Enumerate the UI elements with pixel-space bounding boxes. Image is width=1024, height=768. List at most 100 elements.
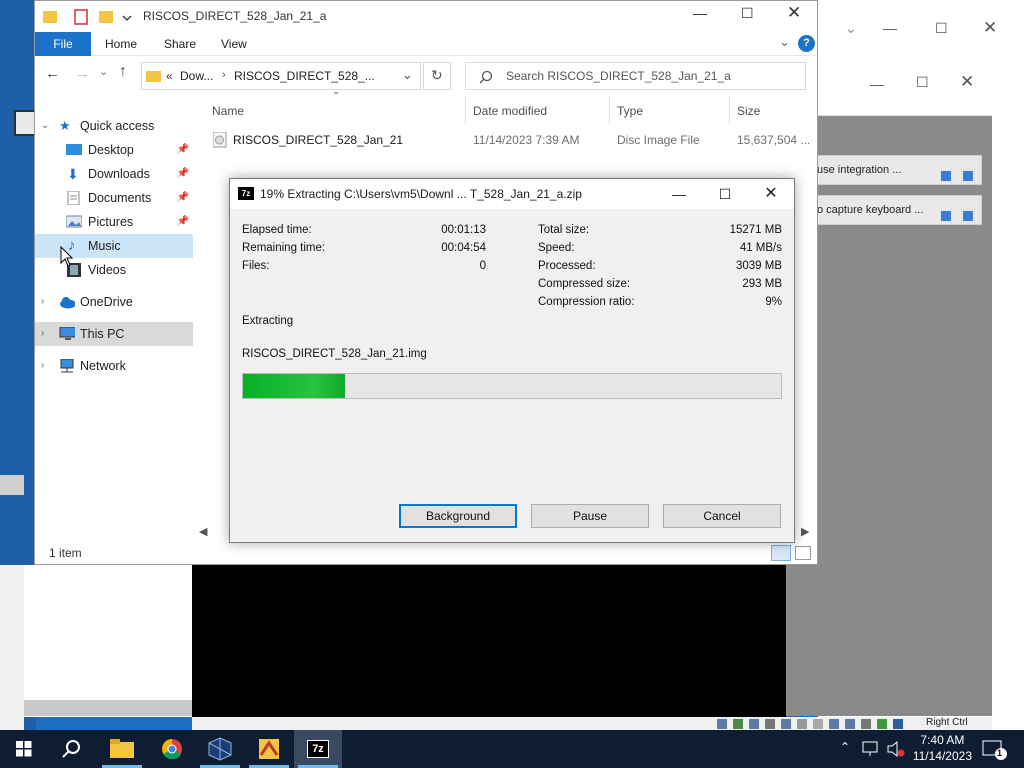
recent-chevron-icon[interactable]: ⌄ (99, 65, 108, 78)
pin-icon[interactable]: 📌 (177, 162, 189, 186)
column-divider[interactable] (465, 96, 466, 124)
chevron-right-icon[interactable]: › (41, 290, 44, 314)
close-icon[interactable]: ✕ (983, 18, 997, 38)
vm-left-marker (0, 475, 24, 495)
details-view-icon[interactable] (771, 545, 791, 561)
tab-file[interactable]: File (35, 32, 91, 56)
virtualbox-icon (208, 737, 232, 761)
breadcrumb-current[interactable]: RISCOS_DIRECT_528_... (234, 69, 375, 83)
total-size-label: Total size: (538, 224, 590, 236)
vm-status-icons[interactable] (717, 718, 917, 730)
scroll-right-icon[interactable]: ▶ (801, 525, 809, 538)
start-button[interactable] (0, 730, 48, 768)
compressed-size-label: Compressed size: (538, 278, 631, 290)
up-arrow-icon[interactable]: ↑ (119, 63, 127, 81)
nav-this-pc[interactable]: › This PC (35, 322, 193, 346)
close-icon[interactable]: ✕ (748, 179, 794, 209)
network-icon[interactable] (862, 741, 880, 757)
nav-music[interactable]: ♪ Music (35, 234, 193, 258)
breadcrumb-downloads[interactable]: Dow... (180, 69, 213, 83)
taskbar-file-explorer[interactable] (98, 730, 146, 768)
nav-network[interactable]: › Network (35, 354, 193, 378)
minimize-icon[interactable]: — (693, 5, 707, 21)
notification-text: use integration ... (817, 164, 902, 176)
vm-left-panel (24, 565, 192, 717)
chevron-down-icon[interactable]: ⌄ (41, 114, 49, 138)
pause-button[interactable]: Pause (531, 504, 649, 528)
maximize-icon[interactable]: ☐ (702, 179, 748, 209)
nav-downloads[interactable]: ⬇ Downloads 📌 (35, 162, 193, 186)
close-icon[interactable]: ✕ (960, 72, 974, 92)
column-size[interactable]: Size (737, 101, 760, 121)
mouse-cursor-icon (60, 246, 74, 267)
host-key-label: Right Ctrl (926, 717, 968, 728)
chevron-down-icon[interactable]: ⌄ (845, 20, 857, 37)
column-date[interactable]: Date modified (473, 101, 547, 121)
scroll-left-icon[interactable]: ◀ (199, 525, 207, 538)
chevron-down-icon[interactable]: ⌄ (779, 34, 790, 50)
forward-arrow-icon[interactable]: → (75, 65, 90, 82)
notification-mouse-integration[interactable]: use integration ... (812, 155, 982, 185)
folder-icon (110, 739, 134, 758)
system-clock[interactable]: 7:40 AM 11/14/2023 (913, 732, 972, 764)
maximize-icon[interactable]: ☐ (935, 20, 948, 37)
remaining-time-value: 00:04:54 (441, 242, 486, 254)
nav-onedrive[interactable]: › OneDrive (35, 290, 193, 314)
close-icon[interactable]: ✕ (787, 3, 801, 23)
pin-icon[interactable]: 📌 (177, 186, 189, 210)
background-button[interactable]: Background (399, 504, 517, 528)
quick-access-toolbar[interactable] (43, 8, 139, 26)
taskbar-chrome[interactable] (148, 730, 196, 768)
taskbar-app[interactable] (245, 730, 293, 768)
notification-actions-icon[interactable] (941, 165, 975, 181)
large-icons-view-icon[interactable] (795, 546, 811, 560)
desktop-shortcut-icon[interactable] (14, 110, 36, 136)
maximize-icon[interactable]: ☐ (741, 5, 754, 22)
nav-desktop[interactable]: Desktop 📌 (35, 138, 193, 162)
breadcrumb-separator-icon[interactable]: › (222, 69, 226, 81)
nav-quick-access[interactable]: ⌄ ★ Quick access (35, 114, 193, 138)
pin-icon[interactable]: 📌 (177, 138, 189, 162)
sort-up-icon: ⌃ (332, 91, 341, 102)
refresh-button[interactable]: ↻ (423, 62, 451, 90)
column-divider[interactable] (609, 96, 610, 124)
search-icon (62, 740, 80, 758)
nav-videos[interactable]: Videos (35, 258, 193, 282)
minimize-icon[interactable]: — (883, 20, 897, 36)
nav-label: Pictures (88, 215, 134, 229)
document-icon (67, 191, 80, 205)
notification-capture-keyboard[interactable]: o capture keyboard ... (812, 195, 982, 225)
taskbar-virtualbox[interactable] (196, 730, 244, 768)
chevron-up-icon[interactable]: ⌃ (840, 740, 850, 754)
taskbar-7zip[interactable]: 7z (294, 730, 342, 768)
notification-actions-icon[interactable] (941, 205, 975, 221)
help-icon[interactable]: ? (798, 35, 815, 52)
nav-label: Videos (88, 263, 126, 277)
table-row[interactable]: RISCOS_DIRECT_528_Jan_21 11/14/2023 7:39… (213, 129, 813, 151)
tab-view[interactable]: View (221, 32, 247, 56)
chevron-right-icon[interactable]: › (41, 354, 44, 378)
minimize-icon[interactable]: — (656, 179, 702, 209)
tab-share[interactable]: Share (164, 32, 196, 56)
notification-center-icon[interactable] (982, 740, 1008, 760)
vm-scrollbar[interactable] (24, 700, 192, 716)
cancel-button[interactable]: Cancel (663, 504, 781, 528)
taskbar-search-button[interactable] (48, 730, 96, 768)
minimize-icon[interactable]: — (870, 76, 884, 92)
tab-home[interactable]: Home (105, 32, 137, 56)
chevron-down-icon[interactable]: ⌄ (402, 67, 413, 83)
column-type[interactable]: Type (617, 101, 643, 121)
chevron-right-icon[interactable]: › (41, 322, 44, 346)
nav-pictures[interactable]: Pictures 📌 (35, 210, 193, 234)
address-overflow[interactable]: « (166, 69, 173, 83)
back-arrow-icon[interactable]: ← (45, 65, 60, 82)
nav-documents[interactable]: Documents 📌 (35, 186, 193, 210)
search-input[interactable]: Search RISCOS_DIRECT_528_Jan_21_a (465, 62, 806, 90)
address-bar[interactable]: « Dow... › RISCOS_DIRECT_528_... ⌄ (141, 62, 421, 90)
maximize-icon[interactable]: ☐ (916, 74, 929, 91)
pin-icon[interactable]: 📌 (177, 210, 189, 234)
column-divider[interactable] (729, 96, 730, 124)
speaker-muted-icon[interactable] (886, 740, 906, 758)
elapsed-time-value: 00:01:13 (441, 224, 486, 236)
column-name[interactable]: Name (212, 101, 244, 121)
